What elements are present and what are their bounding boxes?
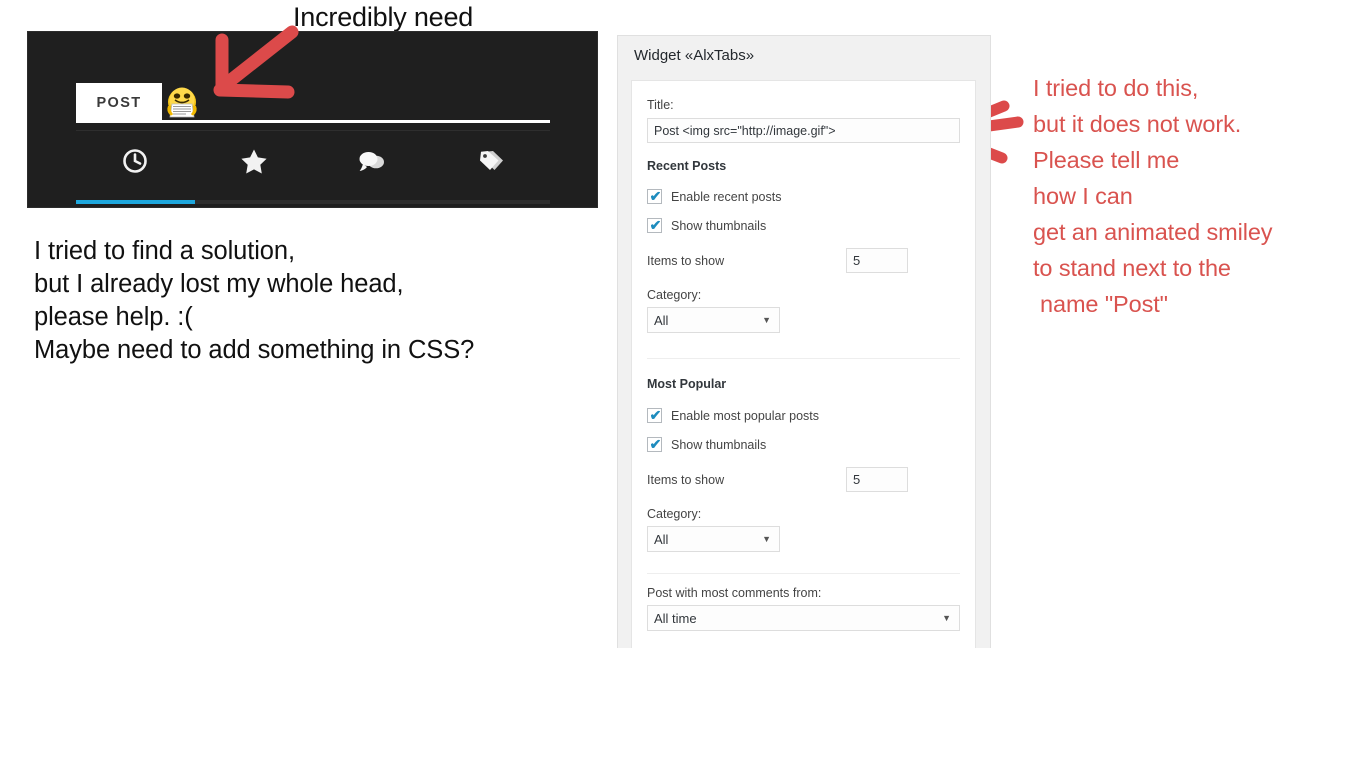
popular-category-select[interactable]: All ▼	[647, 526, 780, 552]
page-title: Incredibly need	[293, 2, 474, 32]
widget-settings-form: Title: Recent Posts ✔ Enable recent post…	[631, 80, 976, 648]
enable-most-popular-checkbox[interactable]: ✔	[647, 408, 662, 423]
checkmark-icon: ✔	[649, 188, 662, 204]
tags-icon[interactable]	[432, 148, 551, 174]
preview-underline-track	[76, 200, 550, 204]
checkmark-icon: ✔	[649, 217, 662, 233]
author-note-red-line: Please tell me	[1033, 147, 1180, 173]
author-note-line: please help. :(	[34, 303, 193, 331]
popular-items-to-show-input[interactable]	[846, 467, 908, 492]
author-note-red-line: but it does not work.	[1033, 111, 1242, 137]
preview-tab-bar: POST	[76, 83, 550, 123]
widget-settings-panel: Widget «AlxTabs» Title: Recent Posts ✔ E…	[617, 35, 991, 648]
section-divider	[647, 358, 960, 359]
comments-icon[interactable]	[313, 148, 432, 174]
recent-items-to-show-row: Items to show	[647, 248, 960, 273]
popular-items-to-show-label: Items to show	[647, 472, 725, 487]
comments-from-value: All time	[654, 610, 697, 626]
author-note-line: but I already lost my whole head,	[34, 270, 404, 298]
author-note-line: I tried to find a solution,	[34, 237, 295, 265]
recent-posts-section-label: Recent Posts	[647, 159, 727, 173]
enable-recent-posts-label: Enable recent posts	[671, 189, 782, 204]
author-note-line: Maybe need to add something in CSS?	[34, 336, 475, 364]
popular-show-thumbnails-label: Show thumbnails	[671, 437, 767, 452]
comments-from-label: Post with most comments from:	[647, 586, 822, 600]
chevron-down-icon: ▼	[762, 315, 771, 325]
recent-category-select[interactable]: All ▼	[647, 307, 780, 333]
enable-recent-posts-checkbox-row[interactable]: ✔ Enable recent posts	[647, 189, 960, 204]
author-note-red-line: name "Post"	[1040, 291, 1168, 317]
clock-icon[interactable]	[76, 148, 195, 174]
checkmark-icon: ✔	[649, 436, 662, 452]
popular-show-thumbnails-checkbox[interactable]: ✔	[647, 437, 662, 452]
most-popular-section-label: Most Popular	[647, 377, 727, 391]
preview-icon-row	[76, 140, 550, 182]
author-note-red-line: I tried to do this,	[1033, 75, 1199, 101]
section-divider	[647, 573, 960, 574]
recent-show-thumbnails-checkbox[interactable]: ✔	[647, 218, 662, 233]
popular-items-to-show-row: Items to show	[647, 467, 960, 492]
popular-category-value: All	[654, 531, 669, 547]
recent-category-label: Category:	[647, 288, 702, 302]
author-note-black: I tried to find a solution, but I alread…	[34, 235, 474, 367]
recent-show-thumbnails-checkbox-row[interactable]: ✔ Show thumbnails	[647, 218, 960, 233]
recent-show-thumbnails-label: Show thumbnails	[671, 218, 767, 233]
author-note-red-line: how I can	[1033, 183, 1133, 209]
popular-category-label: Category:	[647, 507, 702, 521]
author-note-red: I tried to do this, but it does not work…	[1033, 70, 1273, 322]
popular-show-thumbnails-checkbox-row[interactable]: ✔ Show thumbnails	[647, 437, 960, 452]
recent-items-to-show-label: Items to show	[647, 253, 725, 268]
widget-preview-screenshot: POST	[27, 31, 598, 208]
preview-divider	[76, 130, 550, 131]
preview-underline-active	[76, 200, 195, 204]
recent-category-value: All	[654, 312, 669, 328]
title-field-label: Title:	[647, 98, 674, 112]
comments-from-select[interactable]: All time ▼	[647, 605, 960, 631]
title-input[interactable]	[647, 118, 960, 143]
checkmark-icon: ✔	[649, 407, 662, 423]
chevron-down-icon: ▼	[762, 534, 771, 544]
author-note-red-line: to stand next to the	[1033, 255, 1231, 281]
star-icon[interactable]	[195, 148, 314, 175]
recent-items-to-show-input[interactable]	[846, 248, 908, 273]
enable-most-popular-checkbox-row[interactable]: ✔ Enable most popular posts	[647, 408, 960, 423]
enable-most-popular-label: Enable most popular posts	[671, 408, 820, 423]
smiley-reading-newspaper-icon	[164, 84, 200, 121]
enable-recent-posts-checkbox[interactable]: ✔	[647, 189, 662, 204]
preview-tab-post-label: POST	[96, 94, 142, 111]
widget-panel-title: Widget «AlxTabs»	[634, 47, 755, 64]
chevron-down-icon: ▼	[942, 613, 951, 623]
preview-tab-post[interactable]: POST	[76, 83, 162, 122]
author-note-red-line: get an animated smiley	[1033, 219, 1273, 245]
